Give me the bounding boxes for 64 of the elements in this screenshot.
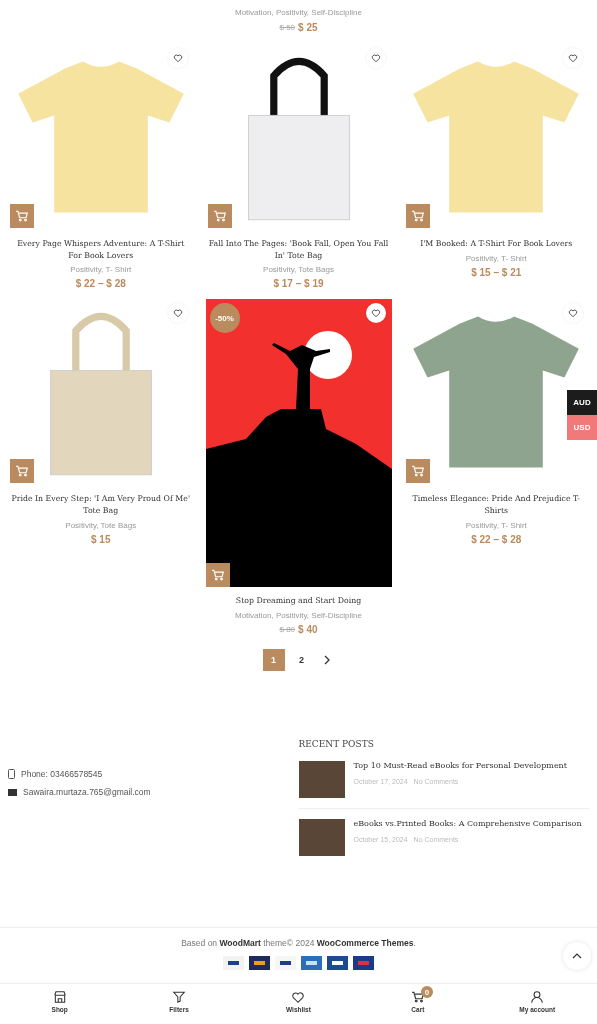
heart-icon bbox=[172, 308, 183, 319]
add-to-cart-button[interactable] bbox=[205, 563, 230, 588]
payment-card-icon bbox=[327, 956, 348, 971]
wishlist-icon bbox=[291, 990, 306, 1005]
payment-card-icon bbox=[353, 956, 374, 971]
old-price: $ 50 bbox=[279, 23, 296, 32]
add-to-cart-button[interactable] bbox=[405, 204, 430, 228]
wishlist-button[interactable] bbox=[167, 303, 188, 324]
product-price: $ 17 – $ 19 bbox=[273, 278, 324, 290]
cart-icon bbox=[410, 464, 425, 479]
product-price: $ 25 bbox=[298, 22, 318, 33]
phone-icon bbox=[8, 769, 15, 780]
payment-card-icon bbox=[275, 956, 296, 971]
product-price: $ 22 – $ 28 bbox=[471, 533, 522, 545]
heart-icon bbox=[172, 53, 183, 63]
add-to-cart-button[interactable] bbox=[10, 204, 34, 228]
payment-card-icon bbox=[249, 956, 270, 971]
product-categories: Positivity, Tote Bags bbox=[263, 265, 334, 275]
section-heading: RECENT POSTS bbox=[298, 739, 375, 750]
cart-icon bbox=[212, 209, 227, 223]
product-price: $ 40 bbox=[298, 624, 318, 636]
wishlist-button[interactable] bbox=[563, 48, 583, 68]
old-price: $ 80 bbox=[279, 625, 296, 635]
heart-icon bbox=[370, 53, 381, 63]
page-button[interactable]: 2 bbox=[290, 649, 313, 672]
product-categories: Motivation, Positivity, Self-Discipline bbox=[235, 611, 362, 621]
product-price: $ 22 – $ 28 bbox=[75, 278, 126, 290]
product-price: $ 15 – $ 21 bbox=[471, 266, 522, 278]
wishlist-button[interactable] bbox=[365, 48, 386, 68]
cart-icon bbox=[15, 209, 29, 223]
photo-placeholder bbox=[298, 819, 345, 857]
email-address: Sawaira.murtaza.765@gmail.com bbox=[23, 787, 151, 798]
cart-icon bbox=[410, 990, 425, 1005]
account-icon bbox=[530, 990, 545, 1005]
add-to-cart-button[interactable] bbox=[405, 459, 430, 484]
cart-count-badge: 0 bbox=[420, 986, 433, 999]
post-title[interactable]: eBooks vs.Printed Books: A Comprehensive Comparison bbox=[353, 819, 582, 829]
heart-icon bbox=[370, 308, 381, 319]
copyright-text: Based on WoodMart theme© 2024 WooCommerce Themes. bbox=[181, 938, 416, 949]
wishlist-button[interactable] bbox=[167, 48, 188, 68]
wishlist-button[interactable] bbox=[563, 303, 583, 324]
product-categories: Motivation, Positivity, Self-Discipline bbox=[235, 8, 362, 17]
post-title[interactable]: Top 10 Must-Read eBooks for Personal Development bbox=[353, 761, 567, 771]
add-to-cart-button[interactable] bbox=[10, 459, 34, 484]
heart-icon bbox=[568, 308, 578, 319]
product-categories: Positivity, Tote Bags bbox=[65, 520, 137, 530]
product-categories: Positivity, T- Shirt bbox=[465, 520, 527, 530]
product-price: $ 15 bbox=[91, 533, 111, 545]
product-categories: Positivity, T- Shirt bbox=[70, 265, 132, 275]
chevron-right-icon bbox=[322, 655, 331, 666]
shop-icon bbox=[52, 990, 67, 1005]
add-to-cart-button[interactable] bbox=[207, 204, 232, 228]
currency-button[interactable]: AUD bbox=[567, 390, 597, 415]
product-categories: Positivity, T- Shirt bbox=[465, 253, 527, 263]
chevron-up-icon bbox=[572, 953, 582, 960]
cart-icon bbox=[210, 568, 225, 583]
photo-placeholder bbox=[298, 761, 345, 799]
cart-icon bbox=[410, 209, 425, 223]
filters-icon bbox=[172, 990, 187, 1005]
heart-icon bbox=[568, 53, 578, 63]
phone-number: Phone: 03466578545 bbox=[21, 769, 103, 780]
cart-icon bbox=[15, 464, 29, 479]
payment-card-icon bbox=[223, 956, 244, 971]
payment-card-icon bbox=[301, 956, 322, 971]
